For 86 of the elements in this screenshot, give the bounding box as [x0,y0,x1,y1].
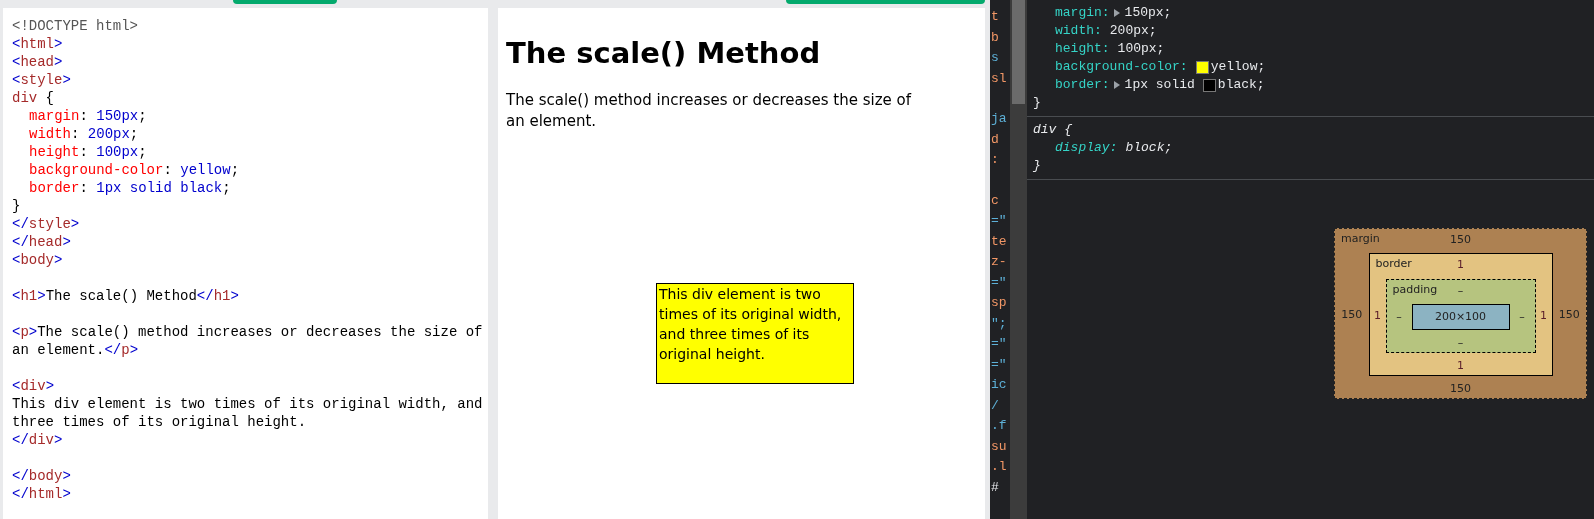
code-fragment: ic [990,376,1007,394]
code-line: an element.</p> [12,341,139,359]
paragraph: The scale() method increases or decreases the size of an element. [506,90,913,132]
code-line: } [12,197,21,215]
code-fragment: z- [990,253,1007,271]
code-line: </body> [12,467,71,485]
css-property[interactable]: height: [1055,40,1110,58]
code-line: <html> [12,35,63,53]
box-label: border [1375,257,1412,270]
demo-box: This div element is two times of its original width, and three times of its original height. [656,283,854,384]
code-fragment: sl [990,69,1007,88]
code-fragment: .f [990,417,1007,435]
box-value: 150 [1340,308,1364,321]
code-fragment: "; [990,314,1007,333]
code-line: </style> [12,215,80,233]
content-box: 200×100 [1411,303,1510,330]
code-fragment: .l [990,458,1007,476]
code-line: <style> [12,71,71,89]
code-line: <h1>The scale() Method</h1> [12,287,239,305]
box-label: margin [1341,232,1380,245]
code-fragment: su [990,437,1007,456]
expand-triangle-icon[interactable] [1113,9,1120,17]
code-line: three times of its original height. [12,413,307,431]
code-fragment: t [990,8,999,26]
code-line: </html> [12,485,71,503]
code-fragment: =" [990,335,1007,353]
box-value: 150 [1450,381,1471,397]
color-swatch[interactable] [1202,78,1216,92]
box-value: 1 [1457,358,1464,374]
css-value[interactable]: block; [1125,139,1173,157]
css-property[interactable]: display: [1055,139,1118,157]
code-line: border: 1px solid black; [28,179,231,197]
box-value: 1 [1539,309,1548,322]
box-value: 1 [1373,309,1382,322]
closing-brace: } [1033,94,1042,112]
code-fragment: =" [990,355,1007,374]
scrollbar[interactable] [1010,0,1027,519]
code-line: height: 100px; [28,143,147,161]
css-value[interactable]: black; [1217,76,1265,94]
code-line: <head> [12,53,63,71]
code-fragment: d [990,130,999,149]
page-heading: The scale() Method [506,35,821,72]
code-line: This div element is two times of its original width, and [12,395,483,413]
code-fragment: # [990,478,999,497]
code-fragment: / [990,396,999,415]
closing-brace: } [1033,157,1042,175]
box-value: 1 [1457,257,1464,273]
code-line: <div> [12,377,55,395]
code-line: div { [12,89,55,107]
css-value[interactable]: yellow; [1210,58,1266,76]
code-line: background-color: yellow; [28,161,240,179]
css-value[interactable]: 1px solid [1124,76,1195,94]
code-fragment: te [990,232,1007,251]
css-property[interactable]: border: [1055,76,1110,94]
scrollbar-thumb[interactable] [1012,0,1025,104]
css-value[interactable]: 100px; [1117,40,1165,58]
css-property[interactable]: background-color: [1055,58,1188,76]
box-value: 150 [1557,308,1581,321]
expand-triangle-icon[interactable] [1113,81,1120,89]
css-selector: div { [1033,121,1073,139]
box-value: – [1457,282,1464,299]
color-swatch[interactable] [1195,60,1209,74]
css-property[interactable]: width: [1055,22,1102,40]
css-value[interactable]: 150px; [1124,4,1172,22]
css-property[interactable]: margin: [1055,4,1110,22]
code-line: </head> [12,233,71,251]
box-label: padding [1392,282,1438,296]
code-fragment: b [990,28,999,47]
code-fragment: sp [990,294,1007,312]
code-fragment: =" [990,273,1007,292]
code-line: <!DOCTYPE html> [12,17,139,35]
code-fragment: c [990,191,999,210]
code-line: <p>The scale() method increases or decreases the size of [12,323,483,341]
box-value: – [1518,310,1526,323]
code-fragment: : [990,151,999,169]
code-line: margin: 150px; [28,107,147,125]
code-line: </div> [12,431,63,449]
code-line: <body> [12,251,63,269]
code-line: width: 200px; [28,125,139,143]
box-value: 150 [1450,232,1471,248]
code-fragment: ja [990,110,1007,128]
box-value: – [1457,334,1464,351]
css-value[interactable]: 200px; [1109,22,1157,40]
code-fragment: =" [990,212,1007,230]
box-value: – [1395,310,1403,323]
code-fragment: s [990,49,999,67]
